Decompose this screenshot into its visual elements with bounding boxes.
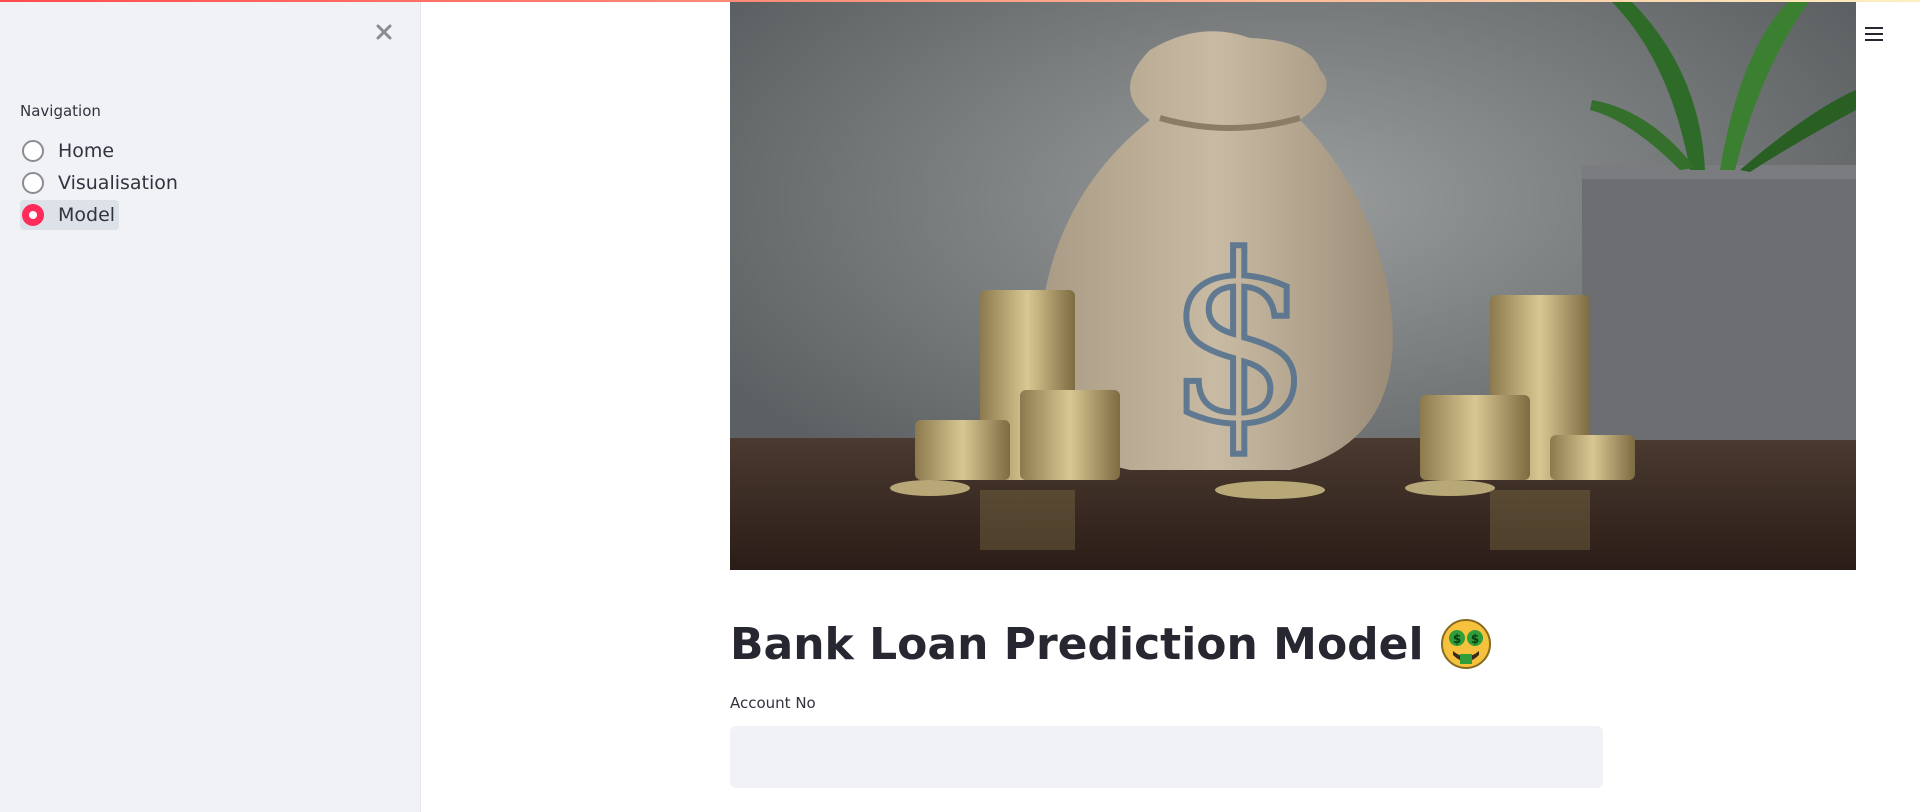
- account-no-input[interactable]: [730, 726, 1603, 788]
- hamburger-menu-icon-line: [1865, 39, 1883, 41]
- radio-dot: [29, 211, 37, 219]
- radio-button-selected-icon[interactable]: [22, 204, 44, 226]
- close-icon: [376, 24, 392, 40]
- svg-text:$: $: [1452, 632, 1460, 646]
- hero-image: $: [730, 0, 1856, 570]
- navigation-label: Navigation: [20, 102, 101, 120]
- page-title-text: Bank Loan Prediction Model: [730, 618, 1424, 670]
- hamburger-menu-icon: [1865, 27, 1883, 29]
- sidebar-close-button[interactable]: [370, 18, 398, 46]
- nav-radio-model[interactable]: Model: [20, 200, 120, 230]
- nav-radio-visualisation[interactable]: Visualisation: [20, 168, 182, 198]
- money-mouth-face-icon: $ $: [1440, 619, 1491, 669]
- sidebar: Navigation Home Visualisation Model: [0, 0, 421, 812]
- top-decoration-bar: [0, 0, 1920, 2]
- main-menu-button[interactable]: [1862, 22, 1886, 46]
- money-bag-coins-image: $: [730, 0, 1856, 570]
- svg-text:$: $: [1167, 208, 1313, 475]
- radio-button-icon[interactable]: [22, 172, 44, 194]
- nav-radio-home[interactable]: Home: [20, 136, 118, 166]
- radio-button-icon[interactable]: [22, 140, 44, 162]
- account-no-label: Account No: [730, 694, 816, 712]
- nav-radio-label: Home: [58, 140, 115, 162]
- nav-radio-label: Model: [58, 204, 116, 226]
- nav-radio-label: Visualisation: [58, 172, 178, 194]
- svg-text:$: $: [1470, 632, 1478, 646]
- navigation-radio-group: Home Visualisation Model: [20, 136, 182, 232]
- hamburger-menu-icon-line: [1865, 33, 1883, 35]
- page-title: Bank Loan Prediction Model $ $: [730, 618, 1492, 670]
